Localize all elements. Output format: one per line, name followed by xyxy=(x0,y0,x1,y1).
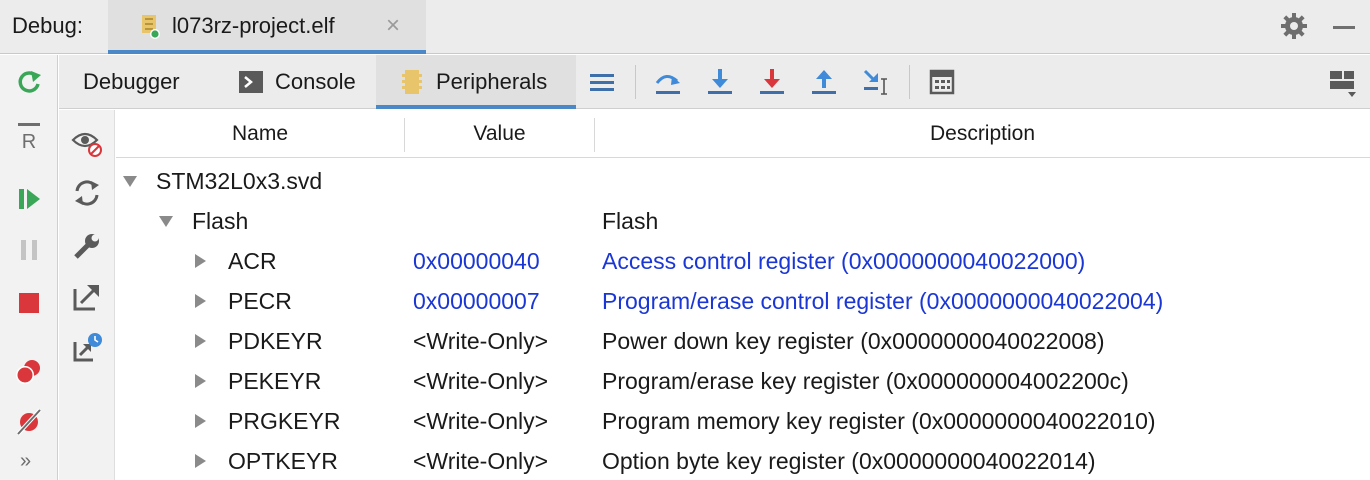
step-into-icon[interactable] xyxy=(705,67,735,97)
export-later-icon[interactable] xyxy=(71,332,103,364)
debugger-tab-strip: Debugger Console Peripherals xyxy=(59,55,1370,109)
column-header-value[interactable]: Value xyxy=(405,110,594,158)
row-description: Program/erase control register (0x000000… xyxy=(602,288,1164,314)
table-row[interactable]: PDKEYR <Write-Only> Power down key regis… xyxy=(116,322,1370,362)
table-row[interactable]: ACR 0x00000040 Access control register (… xyxy=(116,242,1370,282)
layout-icon[interactable] xyxy=(1327,67,1357,97)
row-name: STM32L0x3.svd xyxy=(156,168,323,194)
row-name: PECR xyxy=(228,288,292,314)
more-icon[interactable]: » xyxy=(20,450,31,473)
row-description: Flash xyxy=(602,208,659,234)
table-row[interactable]: PECR 0x00000007 Program/erase control re… xyxy=(116,282,1370,322)
toolbar-separator xyxy=(909,65,910,99)
collapsed-arrow-icon[interactable] xyxy=(192,373,208,389)
session-tab[interactable]: l073rz-project.elf × xyxy=(108,0,426,54)
table-row[interactable]: PRGKEYR <Write-Only> Program memory key … xyxy=(116,402,1370,442)
row-description: Program/erase key register (0x0000000040… xyxy=(602,368,1129,394)
hide-icon[interactable] xyxy=(71,126,103,158)
refresh-icon[interactable] xyxy=(71,177,103,209)
export-icon[interactable] xyxy=(71,281,103,313)
configure-icon[interactable] xyxy=(71,230,103,262)
stop-icon[interactable] xyxy=(14,288,44,318)
expanded-arrow-icon[interactable] xyxy=(158,213,174,229)
debug-label: Debug: xyxy=(12,13,83,38)
row-value: <Write-Only> xyxy=(413,328,549,354)
collapsed-arrow-icon[interactable] xyxy=(192,293,208,309)
column-header-name[interactable]: Name xyxy=(116,110,404,158)
toolbar-separator xyxy=(635,65,636,99)
mute-breakpoints-icon[interactable] xyxy=(14,407,44,437)
row-description: Access control register (0x0000000040022… xyxy=(602,248,1086,274)
svg-text:R: R xyxy=(22,131,36,151)
row-value: 0x00000007 xyxy=(413,288,540,314)
tab-debugger-label: Debugger xyxy=(83,69,180,94)
expanded-arrow-icon[interactable] xyxy=(122,173,138,189)
force-step-into-icon[interactable] xyxy=(757,67,787,97)
row-name: OPTKEYR xyxy=(228,448,338,474)
peripherals-toolbar xyxy=(59,110,115,480)
row-value: 0x00000040 xyxy=(413,248,540,274)
active-tab-indicator xyxy=(108,50,426,54)
step-over-icon[interactable] xyxy=(653,67,683,97)
debug-toolwindow-header: Debug: l073rz-project.elf × xyxy=(0,0,1370,54)
elf-file-icon xyxy=(142,15,160,39)
pause-icon[interactable] xyxy=(14,235,44,265)
tab-peripherals-label: Peripherals xyxy=(436,69,548,94)
evaluate-expression-icon[interactable] xyxy=(927,67,957,97)
row-name: PEKEYR xyxy=(228,368,322,394)
peripherals-icon xyxy=(402,70,422,94)
debug-left-toolbar: R » xyxy=(0,55,58,480)
step-out-icon[interactable] xyxy=(809,67,839,97)
row-name: PRGKEYR xyxy=(228,408,341,434)
active-tab-indicator xyxy=(376,105,576,109)
tab-console-label: Console xyxy=(275,69,356,94)
collapsed-arrow-icon[interactable] xyxy=(192,413,208,429)
table-header: Name Value Description xyxy=(116,110,1370,158)
restart-icon[interactable]: R xyxy=(14,121,44,151)
row-description: Power down key register (0x0000000040022… xyxy=(602,328,1105,354)
tab-console[interactable]: Console xyxy=(239,55,356,109)
row-name: Flash xyxy=(192,208,249,234)
breakpoints-icon[interactable] xyxy=(14,357,44,387)
console-icon xyxy=(239,71,263,93)
collapsed-arrow-icon[interactable] xyxy=(192,333,208,349)
table-row[interactable]: Flash Flash xyxy=(116,202,1370,242)
column-header-description[interactable]: Description xyxy=(595,110,1370,158)
tab-peripherals[interactable]: Peripherals xyxy=(376,55,576,109)
row-value: <Write-Only> xyxy=(413,408,549,434)
tab-debugger[interactable]: Debugger xyxy=(83,55,180,109)
session-name: l073rz-project.elf xyxy=(172,13,335,38)
rerun-icon[interactable] xyxy=(14,67,44,97)
row-description: Program memory key register (0x000000004… xyxy=(602,408,1156,434)
frames-menu-icon[interactable] xyxy=(587,67,617,97)
row-name: ACR xyxy=(228,248,277,274)
gear-icon[interactable] xyxy=(1280,12,1308,40)
row-name: PDKEYR xyxy=(228,328,323,354)
row-description: Option byte key register (0x000000004002… xyxy=(602,448,1096,474)
resume-icon[interactable] xyxy=(14,184,44,214)
close-icon[interactable]: × xyxy=(386,12,400,40)
minimize-icon[interactable] xyxy=(1333,26,1355,29)
peripherals-table: Name Value Description STM32L0x3.svd Fla… xyxy=(116,110,1370,480)
collapsed-arrow-icon[interactable] xyxy=(192,453,208,469)
table-row[interactable]: STM32L0x3.svd xyxy=(116,162,1370,202)
run-to-cursor-icon[interactable] xyxy=(861,67,891,97)
row-value: <Write-Only> xyxy=(413,448,549,474)
collapsed-arrow-icon[interactable] xyxy=(192,253,208,269)
row-value: <Write-Only> xyxy=(413,368,549,394)
table-row[interactable]: PEKEYR <Write-Only> Program/erase key re… xyxy=(116,362,1370,402)
table-row[interactable]: OPTKEYR <Write-Only> Option byte key reg… xyxy=(116,442,1370,480)
